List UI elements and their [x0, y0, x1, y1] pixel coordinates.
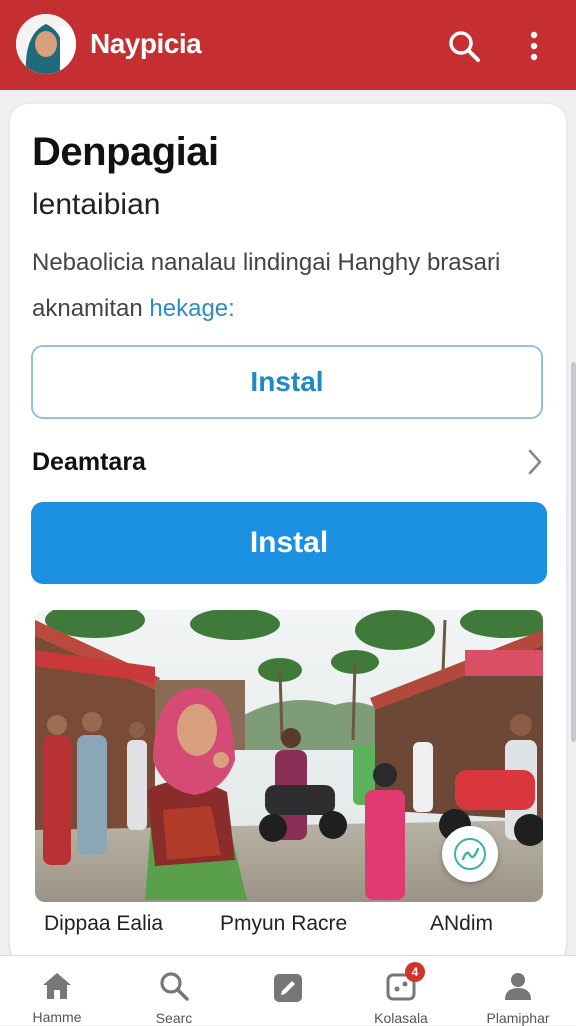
- scrollbar[interactable]: [571, 362, 576, 742]
- description-link[interactable]: hekage:: [149, 295, 234, 322]
- nav-item-edit[interactable]: [238, 956, 338, 1025]
- card-subheading: lentaibian: [32, 188, 161, 221]
- edit-icon: [270, 970, 306, 1006]
- details-row[interactable]: Deamtara: [32, 442, 544, 482]
- install-outline-button[interactable]: Instal: [31, 345, 543, 419]
- home-icon: [39, 970, 75, 1001]
- content-card: Denpagiai lentaibian Nebaolicia nanalau …: [10, 104, 566, 964]
- avatar-image: [16, 14, 76, 74]
- notification-badge: 4: [405, 962, 425, 982]
- nav-item-home[interactable]: Hamme: [7, 956, 107, 1025]
- nav-item-profile[interactable]: Plamiphar: [468, 956, 568, 1026]
- nav-item-notifications[interactable]: 4 Kolasala: [351, 956, 451, 1026]
- card-heading: Denpagiai: [32, 130, 219, 174]
- search-icon: [156, 970, 192, 1002]
- install-primary-button[interactable]: Instal: [31, 502, 547, 584]
- notification-icon: 4: [383, 962, 425, 1002]
- caption-3: ANdim: [430, 912, 494, 935]
- caption-1: Dippaa Ealia: [44, 912, 164, 935]
- description-text: Nebaolicia nanalau lindingai Hanghy bras…: [32, 249, 501, 322]
- more-vert-icon[interactable]: [514, 26, 554, 66]
- card-description: Nebaolicia nanalau lindingai Hanghy bras…: [32, 240, 542, 332]
- photo-action-badge[interactable]: [442, 826, 498, 882]
- bottom-navigation: Hamme Searc 4 Kolasala Plamiphar: [0, 955, 576, 1026]
- caption-2: Pmyun Racre: [220, 912, 348, 935]
- nav-label-home: Hamme: [32, 1009, 82, 1025]
- nav-item-search[interactable]: Searc: [124, 956, 224, 1026]
- leaf-icon: [454, 838, 486, 870]
- search-icon[interactable]: [444, 26, 484, 66]
- app-title: Naypicia: [90, 28, 202, 59]
- app-bar: Naypicia: [0, 0, 576, 90]
- photo-captions: Dippaa Ealia Pmyun Racre ANdim: [44, 912, 544, 952]
- chevron-right-icon: [528, 449, 542, 475]
- details-row-label: Deamtara: [32, 447, 146, 476]
- profile-icon: [500, 970, 536, 1002]
- avatar[interactable]: [16, 14, 76, 74]
